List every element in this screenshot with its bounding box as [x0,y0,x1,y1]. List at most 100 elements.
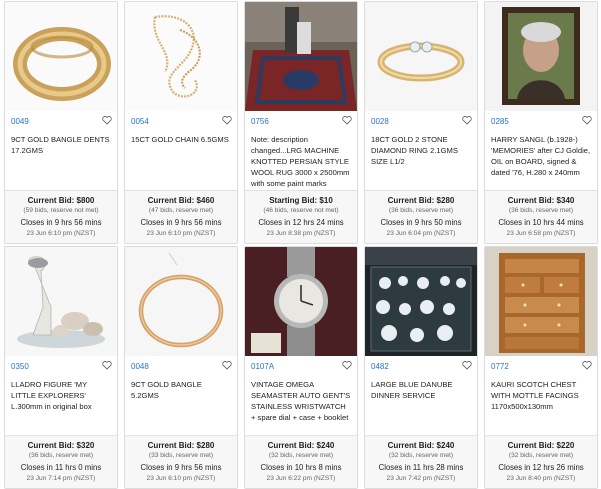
bid-panel: Current Bid: $800 (59 bids, reserve not … [5,190,117,243]
closing-date: 23 Jun 6:22 pm (NZST) [266,475,336,482]
lot-card[interactable]: 0285 HARRY SANGL (b.1928-) 'MEMORIES' af… [484,1,598,244]
lot-number[interactable]: 0350 [11,362,111,372]
lot-title[interactable]: Note: description changed...LRG MACHINE … [251,134,351,189]
closing-countdown: Closes in 10 hrs 44 mins [498,218,584,227]
lot-card[interactable]: 0028 18CT GOLD 2 STONE DIAMOND RING 2.1G… [364,1,478,244]
bid-count: (32 bids, reserve met) [388,452,454,459]
current-bid: Current Bid: $240 [387,441,455,450]
lot-image[interactable] [5,247,117,356]
heart-outline-icon[interactable] [462,360,472,370]
lot-title[interactable]: KAURI SCOTCH CHEST WITH MOTTLE FACINGS 1… [491,379,591,412]
heart-outline-icon[interactable] [102,115,112,125]
lot-image[interactable] [485,247,597,356]
closing-countdown: Closes in 9 hrs 56 mins [140,218,222,227]
closing-date: 23 Jun 7:14 pm (NZST) [26,475,96,482]
bid-count: (47 bids, reserve met) [148,207,214,214]
lot-card[interactable]: 0772 KAURI SCOTCH CHEST WITH MOTTLE FACI… [484,246,598,489]
bid-panel: Current Bid: $280 (36 bids, reserve met)… [365,190,477,243]
heart-outline-icon[interactable] [582,360,592,370]
closing-countdown: Closes in 12 hrs 26 mins [498,463,584,472]
lot-title[interactable]: LLADRO FIGURE 'MY LITTLE EXPLORERS' L.30… [11,379,111,412]
bid-count: (32 bids, reserve met) [508,452,574,459]
lot-title[interactable]: LARGE BLUE DANUBE DINNER SERVICE [371,379,471,401]
closing-date: 23 Jun 8:38 pm (NZST) [266,230,336,237]
lot-number[interactable]: 0049 [11,117,111,127]
closing-date: 23 Jun 7:42 pm (NZST) [386,475,456,482]
current-bid: Current Bid: $320 [27,441,95,450]
lot-image[interactable] [365,2,477,111]
bid-panel: Starting Bid: $10 (46 bids, reserve not … [245,190,357,243]
lot-title[interactable]: 9CT GOLD BANGLE DENTS 17.2GMS [11,134,111,156]
current-bid: Current Bid: $220 [507,441,575,450]
current-bid: Current Bid: $460 [147,196,215,205]
lot-number[interactable]: 0028 [371,117,471,127]
bid-count: (33 bids, reserve met) [148,452,214,459]
closing-date: 23 Jun 6:10 pm (NZST) [146,475,216,482]
lot-image[interactable] [5,2,117,111]
bid-count: (36 bids, reserve met) [28,452,94,459]
heart-outline-icon[interactable] [102,360,112,370]
closing-countdown: Closes in 9 hrs 50 mins [380,218,462,227]
heart-outline-icon[interactable] [222,115,232,125]
lot-card[interactable]: 0048 9CT GOLD BANGLE 5.2GMS Current Bid:… [124,246,238,489]
lot-number[interactable]: 0285 [491,117,591,127]
lot-grid: 0049 9CT GOLD BANGLE DENTS 17.2GMS Curre… [0,0,601,489]
lot-title[interactable]: 9CT GOLD BANGLE 5.2GMS [131,379,231,401]
bid-panel: Current Bid: $280 (33 bids, reserve met)… [125,435,237,488]
closing-countdown: Closes in 9 hrs 56 mins [20,218,102,227]
closing-countdown: Closes in 11 hrs 0 mins [20,463,102,472]
lot-image[interactable] [485,2,597,111]
lot-number[interactable]: 0772 [491,362,591,372]
bid-count: (32 bids, reserve met) [268,452,334,459]
bid-panel: Current Bid: $340 (36 bids, reserve met)… [485,190,597,243]
lot-title[interactable]: VINTAGE OMEGA SEAMASTER AUTO GENT'S STAI… [251,379,351,423]
current-bid: Current Bid: $340 [507,196,575,205]
bid-panel: Current Bid: $240 (32 bids, reserve met)… [245,435,357,488]
current-bid: Current Bid: $280 [387,196,455,205]
bid-panel: Current Bid: $320 (36 bids, reserve met)… [5,435,117,488]
current-bid: Current Bid: $280 [147,441,215,450]
closing-date: 23 Jun 6:58 pm (NZST) [506,230,576,237]
lot-card[interactable]: 0054 15CT GOLD CHAIN 6.5GMS Current Bid:… [124,1,238,244]
heart-outline-icon[interactable] [222,360,232,370]
lot-image[interactable] [125,247,237,356]
current-bid: Current Bid: $240 [267,441,335,450]
heart-outline-icon[interactable] [582,115,592,125]
lot-card[interactable]: 0482 LARGE BLUE DANUBE DINNER SERVICE Cu… [364,246,478,489]
lot-title[interactable]: HARRY SANGL (b.1928-) 'MEMORIES' after C… [491,134,591,178]
heart-outline-icon[interactable] [342,360,352,370]
bid-count: (59 bids, reserve not met) [23,207,99,214]
bid-panel: Current Bid: $220 (32 bids, reserve met)… [485,435,597,488]
closing-countdown: Closes in 10 hrs 8 mins [260,463,342,472]
closing-date: 23 Jun 6:04 pm (NZST) [386,230,456,237]
lot-title[interactable]: 15CT GOLD CHAIN 6.5GMS [131,134,231,145]
starting-bid: Starting Bid: $10 [269,196,333,205]
closing-date: 23 Jun 8:40 pm (NZST) [506,475,576,482]
lot-card[interactable]: 0350 LLADRO FIGURE 'MY LITTLE EXPLORERS'… [4,246,118,489]
lot-image[interactable] [365,247,477,356]
lot-number[interactable]: 0482 [371,362,471,372]
lot-card[interactable]: 0107A VINTAGE OMEGA SEAMASTER AUTO GENT'… [244,246,358,489]
lot-title[interactable]: 18CT GOLD 2 STONE DIAMOND RING 2.1GMS SI… [371,134,471,167]
bid-count: (36 bids, reserve met) [388,207,454,214]
closing-date: 23 Jun 6:10 pm (NZST) [26,230,96,237]
lot-image[interactable] [125,2,237,111]
bid-panel: Current Bid: $460 (47 bids, reserve met)… [125,190,237,243]
lot-number[interactable]: 0054 [131,117,231,127]
lot-number[interactable]: 0107A [251,362,351,372]
heart-outline-icon[interactable] [462,115,472,125]
lot-image[interactable] [245,247,357,356]
closing-date: 23 Jun 6:10 pm (NZST) [146,230,216,237]
lot-card[interactable]: 0049 9CT GOLD BANGLE DENTS 17.2GMS Curre… [4,1,118,244]
heart-outline-icon[interactable] [342,115,352,125]
bid-panel: Current Bid: $240 (32 bids, reserve met)… [365,435,477,488]
closing-countdown: Closes in 9 hrs 56 mins [140,463,222,472]
current-bid: Current Bid: $800 [27,196,95,205]
bid-count: (36 bids, reserve met) [508,207,574,214]
closing-countdown: Closes in 12 hrs 24 mins [258,218,344,227]
lot-image[interactable] [245,2,357,111]
lot-number[interactable]: 0756 [251,117,351,127]
closing-countdown: Closes in 11 hrs 28 mins [378,463,464,472]
lot-number[interactable]: 0048 [131,362,231,372]
lot-card[interactable]: 0756 Note: description changed...LRG MAC… [244,1,358,244]
